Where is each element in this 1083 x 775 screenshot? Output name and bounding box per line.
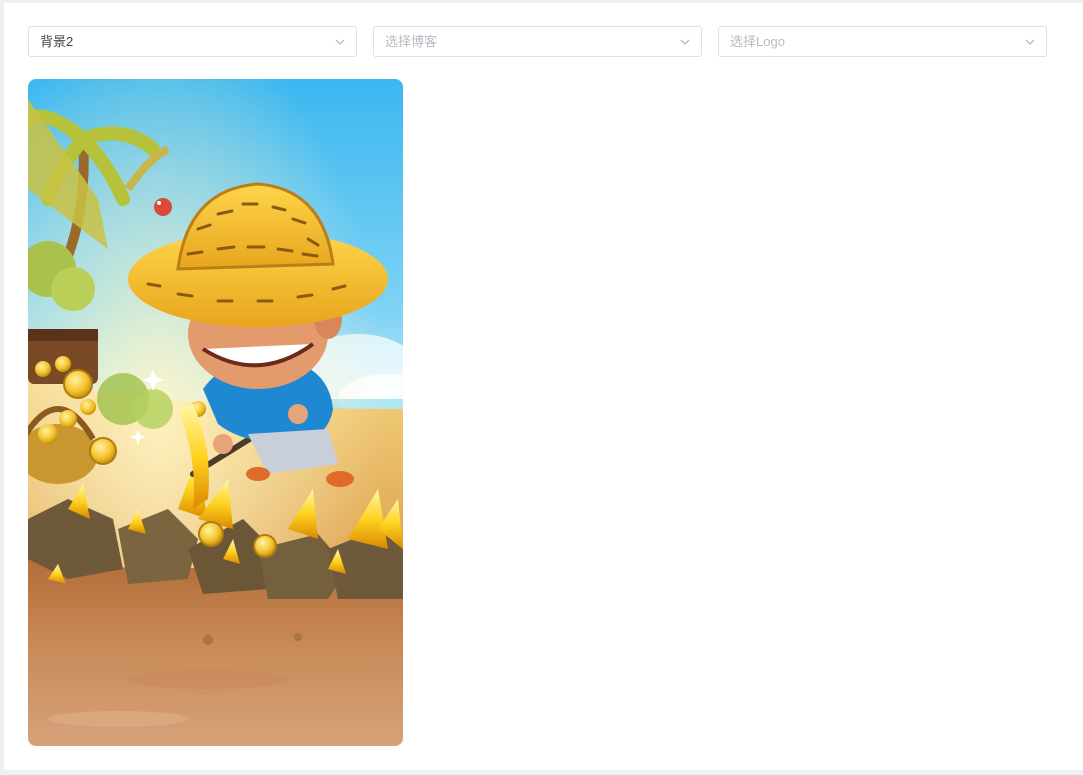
blog-select[interactable]: 选择博客 (373, 26, 702, 57)
content-panel: 背景2 选择博客 选择Logo (4, 3, 1083, 770)
blog-select-placeholder: 选择博客 (385, 34, 438, 49)
background-select-value: 背景2 (40, 34, 74, 49)
logo-select-placeholder: 选择Logo (730, 34, 785, 49)
chevron-down-icon (1025, 39, 1035, 45)
poster-preview-image (28, 79, 403, 746)
logo-select[interactable]: 选择Logo (718, 26, 1047, 57)
chevron-down-icon (680, 39, 690, 45)
background-select[interactable]: 背景2 (28, 26, 357, 57)
chevron-down-icon (335, 39, 345, 45)
